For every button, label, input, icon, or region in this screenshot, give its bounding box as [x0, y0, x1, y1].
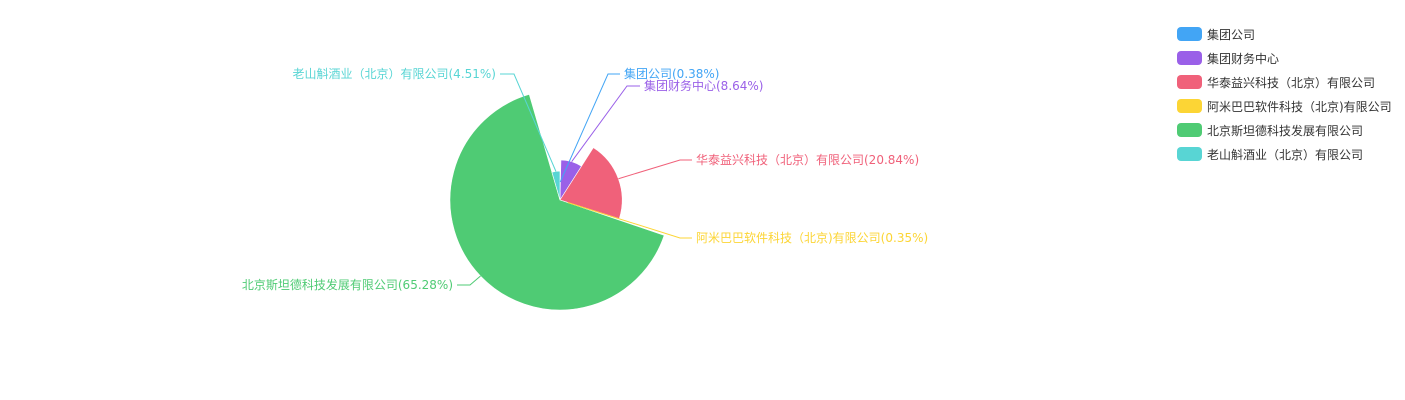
legend-item[interactable]: 集团公司	[1177, 22, 1392, 46]
legend-item[interactable]: 阿米巴巴软件科技（北京)有限公司	[1177, 94, 1392, 118]
legend-swatch	[1177, 51, 1202, 65]
label-leader-line	[457, 275, 481, 286]
legend-swatch	[1177, 123, 1202, 137]
slice-data-label: 阿米巴巴软件科技（北京)有限公司(0.35%)	[696, 231, 928, 245]
slice-data-label: 华泰益兴科技（北京）有限公司(20.84%)	[696, 153, 919, 167]
slice-data-label: 老山斛酒业（北京）有限公司(4.51%)	[293, 67, 497, 81]
legend-swatch	[1177, 147, 1202, 161]
label-leader-line	[618, 159, 692, 180]
legend-swatch	[1177, 99, 1202, 113]
legend-label: 老山斛酒业（北京）有限公司	[1207, 147, 1364, 162]
legend-label: 集团公司	[1207, 27, 1256, 42]
legend-swatch	[1177, 27, 1202, 41]
legend-item[interactable]: 集团财务中心	[1177, 46, 1392, 70]
pie-slice[interactable]	[449, 94, 665, 311]
legend-item[interactable]: 北京斯坦德科技发展有限公司	[1177, 118, 1392, 142]
legend-label: 北京斯坦德科技发展有限公司	[1207, 123, 1364, 138]
legend-item[interactable]: 老山斛酒业（北京）有限公司	[1177, 142, 1392, 166]
legend-label: 阿米巴巴软件科技（北京)有限公司	[1207, 99, 1392, 114]
pie-chart: 集团公司(0.38%) 集团财务中心(8.64%) 华泰益兴科技（北京）有限公司(2…	[0, 0, 1405, 400]
label-leader-line	[571, 85, 640, 163]
legend-item[interactable]: 华泰益兴科技（北京）有限公司	[1177, 70, 1392, 94]
legend-swatch	[1177, 75, 1202, 89]
slice-data-label: 北京斯坦德科技发展有限公司(65.28%)	[242, 277, 453, 292]
slice-data-label: 集团财务中心(8.64%)	[644, 78, 764, 93]
legend-label: 集团财务中心	[1207, 51, 1280, 66]
legend-label: 华泰益兴科技（北京）有限公司	[1207, 75, 1376, 90]
chart-legend: 集团公司集团财务中心华泰益兴科技（北京）有限公司阿米巴巴软件科技（北京)有限公司…	[1177, 22, 1392, 166]
